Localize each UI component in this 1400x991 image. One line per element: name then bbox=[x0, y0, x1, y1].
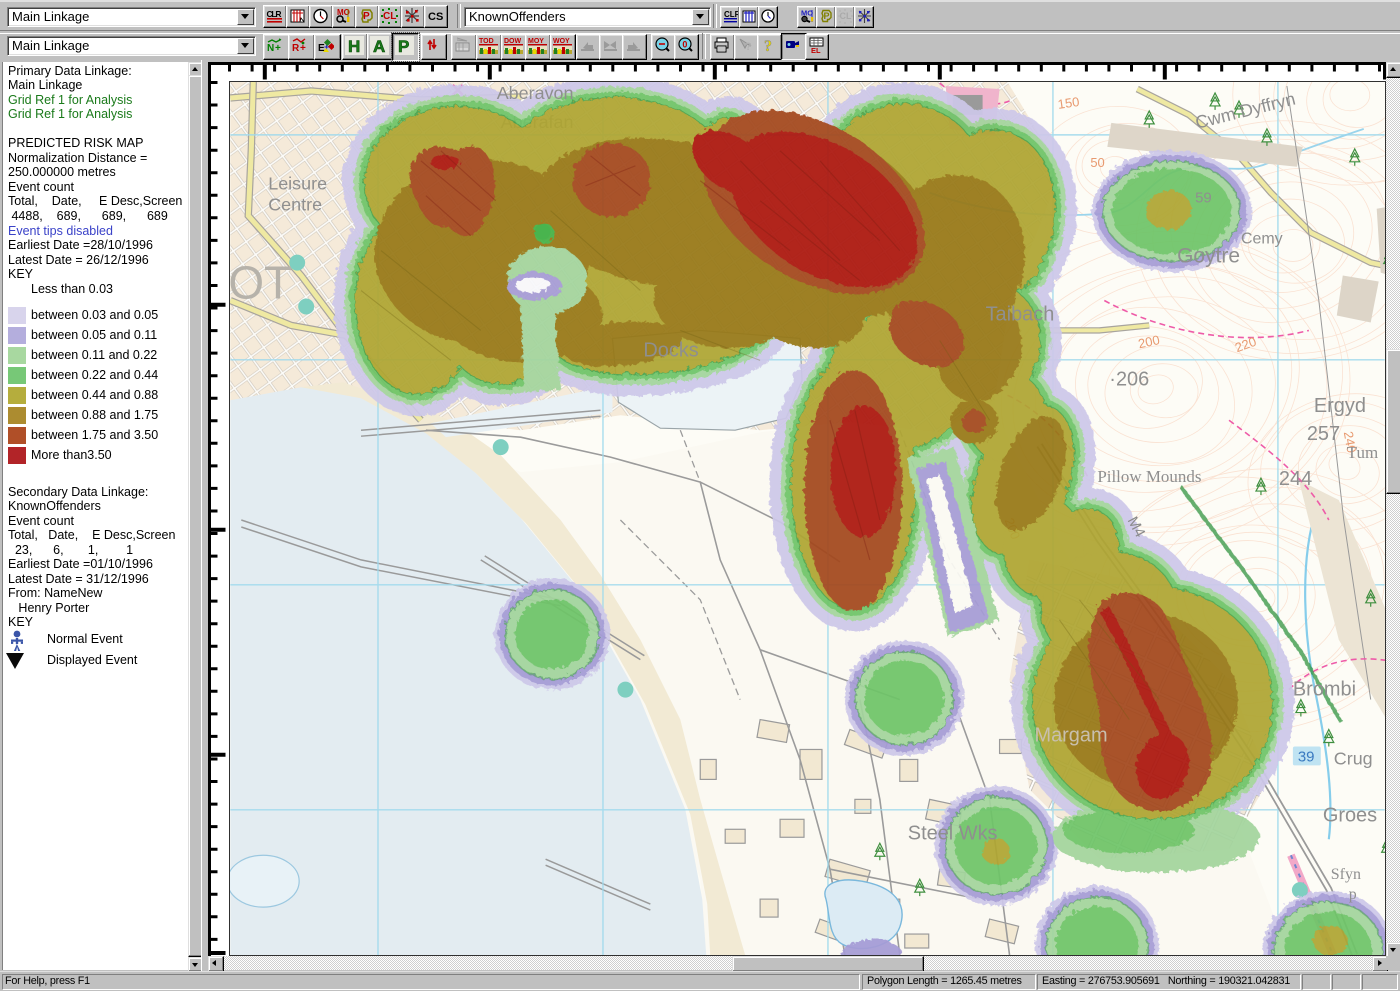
svg-text:CS: CS bbox=[428, 11, 443, 23]
svg-text:Crug: Crug bbox=[1334, 748, 1373, 768]
svg-text:244: 244 bbox=[1279, 468, 1312, 490]
svg-text:R: R bbox=[292, 43, 300, 53]
svg-text:Tum: Tum bbox=[1347, 443, 1378, 462]
svg-text:Goytre: Goytre bbox=[1177, 245, 1240, 268]
svg-text:Brombi: Brombi bbox=[1293, 679, 1356, 701]
svg-text:50: 50 bbox=[1090, 155, 1104, 170]
svg-text:Aberavon: Aberavon bbox=[497, 83, 574, 103]
svg-text:0: 0 bbox=[682, 40, 687, 50]
svg-text:150: 150 bbox=[1057, 94, 1081, 112]
svg-text:39: 39 bbox=[1298, 748, 1315, 765]
svg-text:MO: MO bbox=[801, 9, 813, 18]
svg-text:CLR: CLR bbox=[267, 9, 282, 19]
svg-text:A: A bbox=[373, 37, 385, 56]
svg-text:Ergyd: Ergyd bbox=[1314, 395, 1366, 417]
svg-text:?: ? bbox=[745, 41, 752, 53]
svg-text:Margam: Margam bbox=[1034, 724, 1107, 746]
svg-text:+: + bbox=[275, 43, 281, 53]
svg-text:Centre: Centre bbox=[268, 195, 322, 215]
svg-text:H: H bbox=[348, 37, 360, 56]
svg-text:Groes: Groes bbox=[1323, 804, 1377, 826]
svg-text:N: N bbox=[267, 43, 274, 53]
svg-text:OT: OT bbox=[229, 257, 292, 309]
svg-text:CL: CL bbox=[383, 11, 396, 22]
svg-text:MOY: MOY bbox=[528, 38, 544, 45]
svg-text:CL: CL bbox=[840, 11, 852, 21]
svg-text:TOD: TOD bbox=[479, 38, 494, 45]
svg-text:Cemy: Cemy bbox=[1241, 231, 1283, 248]
svg-text:p: p bbox=[1349, 886, 1357, 903]
svg-text:Sfyn: Sfyn bbox=[1331, 866, 1361, 883]
svg-text:Docks: Docks bbox=[643, 339, 698, 361]
svg-text:Taibach: Taibach bbox=[986, 303, 1055, 325]
svg-text:CLR: CLR bbox=[724, 10, 738, 19]
svg-text:EL: EL bbox=[811, 46, 821, 53]
svg-text:257: 257 bbox=[1307, 423, 1340, 445]
svg-text:Leisure: Leisure bbox=[268, 174, 327, 194]
svg-text:·206: ·206 bbox=[1109, 368, 1149, 390]
svg-text:Pillow Mounds: Pillow Mounds bbox=[1097, 467, 1201, 486]
svg-text:Steel Wks: Steel Wks bbox=[908, 822, 998, 844]
svg-text:59: 59 bbox=[1195, 190, 1212, 207]
svg-text:P: P bbox=[363, 11, 370, 22]
svg-text:WOY: WOY bbox=[553, 38, 570, 45]
svg-text:DOW: DOW bbox=[504, 38, 522, 45]
svg-text:P: P bbox=[824, 11, 830, 21]
svg-text:+: + bbox=[300, 43, 306, 53]
svg-text:P: P bbox=[398, 37, 409, 56]
svg-text:?: ? bbox=[764, 38, 772, 53]
